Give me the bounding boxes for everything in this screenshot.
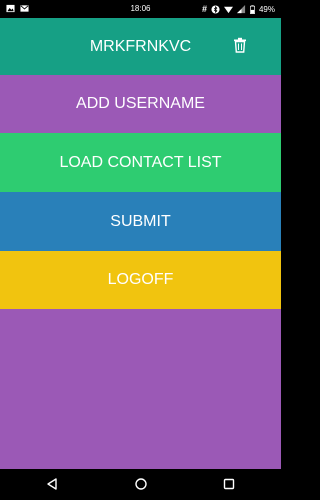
app-header: MRKFRNKVC <box>0 18 281 75</box>
trash-icon[interactable] <box>233 37 247 53</box>
signal-icon <box>236 4 246 13</box>
add-username-label: ADD USERNAME <box>76 95 205 112</box>
app-screen: MRKFRNKVC ADD USERNAME LOAD CONTACT LIST… <box>0 18 281 469</box>
hash-icon: # <box>201 4 207 14</box>
battery-icon <box>250 4 255 14</box>
status-bar: 18:06 # 49% <box>0 0 281 18</box>
back-icon[interactable] <box>45 477 59 491</box>
home-icon[interactable] <box>134 477 148 491</box>
add-username-button[interactable]: ADD USERNAME <box>0 75 281 133</box>
submit-label: SUBMIT <box>110 212 171 230</box>
load-contact-list-button[interactable]: LOAD CONTACT LIST <box>0 133 281 192</box>
logoff-label: LOGOFF <box>107 271 174 288</box>
wifi-icon <box>223 6 233 13</box>
bluetooth-icon <box>211 4 220 14</box>
navigation-bar <box>0 469 281 500</box>
empty-content-area <box>0 309 281 469</box>
load-contact-list-label: LOAD CONTACT LIST <box>59 153 222 171</box>
page-title: MRKFRNKVC <box>89 37 192 55</box>
recents-icon[interactable] <box>222 477 236 491</box>
battery-level: 49% <box>258 4 275 14</box>
logoff-button[interactable]: LOGOFF <box>0 251 281 309</box>
submit-button[interactable]: SUBMIT <box>0 192 281 251</box>
